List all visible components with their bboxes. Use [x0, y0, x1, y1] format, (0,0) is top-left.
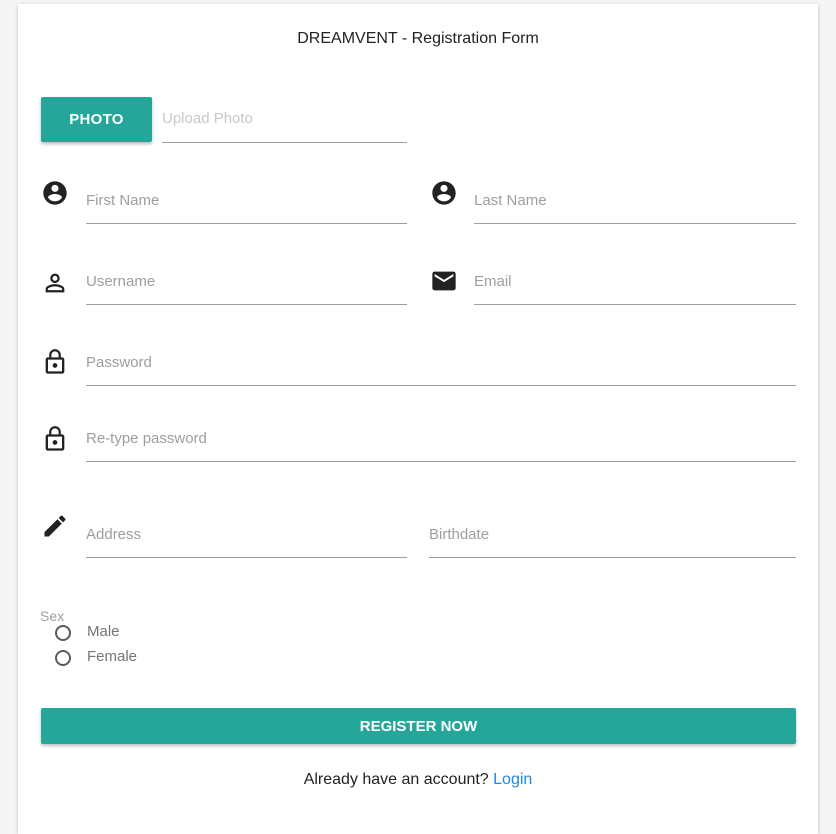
address-field[interactable]: Address — [86, 523, 407, 558]
lock-icon — [41, 425, 69, 453]
username-placeholder: Username — [86, 273, 156, 290]
last-name-placeholder: Last Name — [474, 192, 547, 209]
retype-password-placeholder: Re-type password — [86, 430, 207, 447]
email-field[interactable]: Email — [474, 270, 796, 305]
form-title: DREAMVENT - Registration Form — [297, 30, 539, 47]
login-prompt-text: Already have an account? — [303, 771, 489, 788]
login-prompt-row: Already have an account? Login — [18, 771, 818, 789]
sex-option-label: Female — [87, 648, 138, 665]
sex-label: Sex — [40, 608, 65, 624]
birthdate-placeholder: Birthdate — [429, 526, 490, 543]
username-field[interactable]: Username — [86, 270, 407, 305]
first-name-field[interactable]: First Name — [86, 189, 407, 224]
account-circle-icon — [430, 179, 458, 207]
address-placeholder: Address — [86, 526, 142, 543]
birthdate-field[interactable]: Birthdate — [429, 523, 796, 558]
email-icon — [430, 267, 458, 295]
photo-button[interactable]: PHOTO — [41, 97, 152, 142]
upload-photo-placeholder: Upload Photo — [162, 110, 253, 127]
account-circle-icon — [41, 179, 69, 207]
retype-password-field[interactable]: Re-type password — [86, 427, 796, 462]
pencil-icon — [41, 512, 69, 540]
password-field[interactable]: Password — [86, 351, 796, 386]
person-outline-icon — [41, 269, 69, 297]
first-name-placeholder: First Name — [86, 192, 160, 209]
upload-photo-field[interactable]: Upload Photo — [162, 108, 407, 143]
last-name-field[interactable]: Last Name — [474, 189, 796, 224]
radio-circle[interactable] — [55, 625, 71, 641]
registration-card: DREAMVENT - Registration Form PHOTO Uplo… — [18, 4, 818, 834]
register-button[interactable]: REGISTER NOW — [41, 708, 796, 744]
email-placeholder: Email — [474, 273, 512, 290]
sex-option-label: Male — [87, 623, 120, 640]
lock-icon — [41, 348, 69, 376]
radio-circle[interactable] — [55, 650, 71, 666]
login-link[interactable]: Login — [493, 771, 532, 788]
password-placeholder: Password — [86, 354, 152, 371]
